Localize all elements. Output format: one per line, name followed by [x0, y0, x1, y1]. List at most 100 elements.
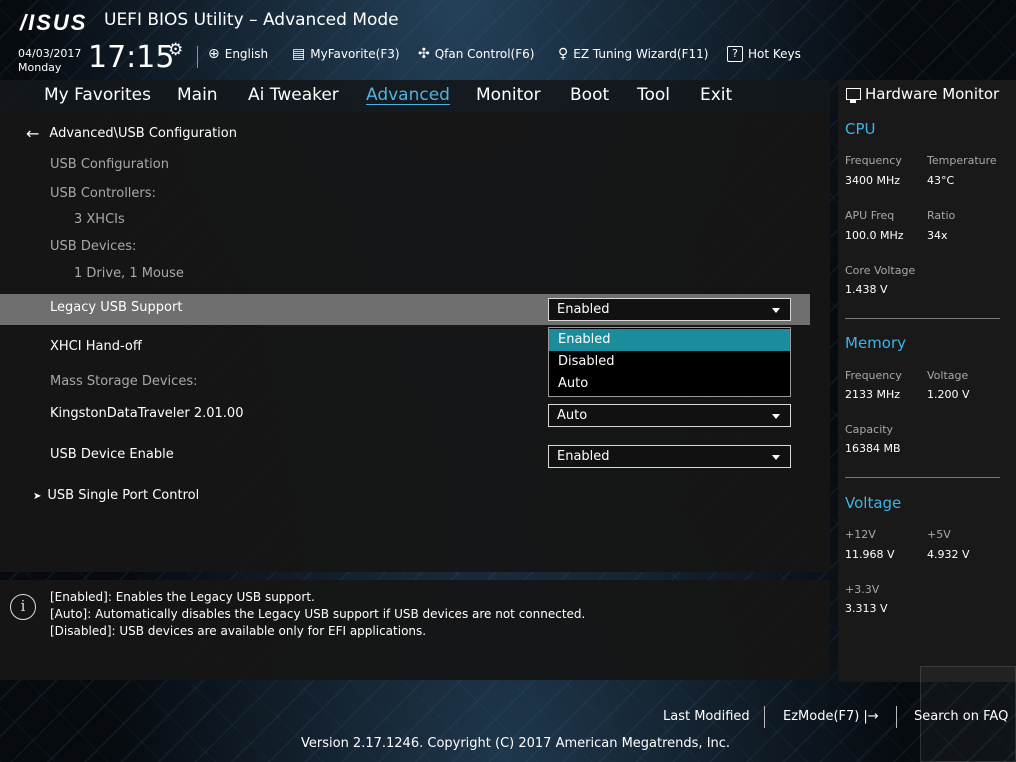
tab-monitor[interactable]: Monitor — [476, 85, 541, 105]
help-line-auto: [Auto]: Automatically disables the Legac… — [50, 607, 586, 621]
exit-arrow-icon: |→ — [863, 709, 879, 724]
tab-advanced[interactable]: Advanced — [366, 85, 450, 105]
qfan-control-button[interactable]: ✣ Qfan Control(F6) — [418, 46, 534, 62]
ezmode-label: EzMode(F7) — [783, 709, 860, 724]
lightbulb-icon: ♀ — [558, 46, 569, 62]
date-text: 04/03/2017 — [18, 47, 82, 60]
usb-devices-value: 1 Drive, 1 Mouse — [74, 266, 184, 281]
tab-exit[interactable]: Exit — [700, 85, 732, 105]
apu-freq-label: APU Freq — [845, 209, 895, 222]
tab-ai-tweaker[interactable]: Ai Tweaker — [248, 85, 339, 105]
legacy-usb-select[interactable]: Enabled — [548, 298, 791, 321]
ez-tuning-label: EZ Tuning Wizard(F11) — [573, 47, 709, 61]
memory-capacity-label: Capacity — [845, 423, 894, 436]
usb-device-enable-select[interactable]: Enabled — [548, 445, 791, 468]
memory-heading: Memory — [845, 334, 907, 352]
globe-icon: ⊕ — [208, 46, 220, 62]
day-text: Monday — [18, 61, 62, 74]
kingston-select[interactable]: Auto — [548, 404, 791, 427]
breadcrumb[interactable]: ← Advanced\USB Configuration — [26, 124, 237, 143]
divider — [845, 318, 1000, 319]
usb-controllers-value: 3 XHCIs — [74, 212, 125, 227]
usb-configuration-heading: USB Configuration — [50, 157, 169, 172]
search-faq-button[interactable]: Search on FAQ — [914, 709, 1008, 724]
usb-controllers-label: USB Controllers: — [50, 186, 156, 201]
kingston-value: Auto — [557, 408, 588, 423]
settings-panel: ← Advanced\USB Configuration USB Configu… — [0, 112, 830, 572]
cpu-frequency-label: Frequency — [845, 154, 902, 167]
top-bar: /ISUS UEFI BIOS Utility – Advanced Mode … — [0, 0, 1016, 80]
legacy-usb-label: Legacy USB Support — [50, 300, 183, 315]
v33-value: 3.313 V — [845, 602, 888, 615]
divider — [845, 477, 1000, 478]
usb-device-enable-label: USB Device Enable — [50, 447, 174, 462]
breadcrumb-text: Advanced\USB Configuration — [49, 126, 237, 141]
voltage-heading: Voltage — [845, 494, 902, 512]
kingston-label: KingstonDataTraveler 2.01.00 — [50, 406, 244, 421]
v5-label: +5V — [927, 528, 951, 541]
tab-boot[interactable]: Boot — [570, 85, 609, 105]
option-disabled[interactable]: Disabled — [549, 351, 790, 373]
myfavorite-button[interactable]: ▤ MyFavorite(F3) — [292, 46, 400, 62]
myfavorite-label: MyFavorite(F3) — [310, 47, 400, 61]
back-arrow-icon[interactable]: ← — [26, 124, 39, 143]
xhci-handoff-label[interactable]: XHCI Hand-off — [50, 339, 142, 354]
apu-freq-value: 100.0 MHz — [845, 229, 904, 242]
ez-tuning-wizard-button[interactable]: ♀ EZ Tuning Wizard(F11) — [558, 46, 708, 62]
cpu-temperature-value: 43°C — [927, 174, 955, 187]
v5-value: 4.932 V — [927, 548, 970, 561]
divider — [764, 706, 765, 728]
tab-main[interactable]: Main — [177, 85, 218, 105]
ezmode-button[interactable]: EzMode(F7) |→ — [783, 709, 879, 724]
info-icon: i — [10, 594, 36, 620]
help-line-enabled: [Enabled]: Enables the Legacy USB suppor… — [50, 590, 315, 604]
app-title: UEFI BIOS Utility – Advanced Mode — [104, 10, 399, 30]
language-button[interactable]: ⊕ English — [208, 46, 268, 62]
mass-storage-label: Mass Storage Devices: — [50, 374, 198, 389]
memory-frequency-label: Frequency — [845, 369, 902, 382]
hot-keys-button[interactable]: ? Hot Keys — [727, 46, 801, 62]
v12-value: 11.968 V — [845, 548, 895, 561]
cpu-temperature-label: Temperature — [927, 154, 997, 167]
option-enabled[interactable]: Enabled — [549, 329, 790, 351]
usb-single-port-control-link[interactable]: ➤ USB Single Port Control — [33, 488, 199, 503]
submenu-arrow-icon: ➤ — [33, 491, 42, 502]
help-line-disabled: [Disabled]: USB devices are available on… — [50, 624, 427, 638]
option-auto[interactable]: Auto — [549, 373, 790, 395]
favorite-list-icon: ▤ — [292, 46, 306, 62]
core-voltage-label: Core Voltage — [845, 264, 916, 277]
memory-voltage-value: 1.200 V — [927, 388, 970, 401]
main-nav: My Favorites Main Ai Tweaker Advanced Mo… — [0, 80, 830, 112]
copyright-text: Version 2.17.1246. Copyright (C) 2017 Am… — [301, 736, 731, 751]
dropdown-caret-icon — [772, 308, 780, 313]
v12-label: +12V — [845, 528, 876, 541]
ratio-value: 34x — [927, 229, 948, 242]
memory-frequency-value: 2133 MHz — [845, 388, 901, 401]
qfan-label: Qfan Control(F6) — [434, 47, 535, 61]
gear-icon[interactable]: ⚙ — [168, 40, 183, 60]
v33-label: +3.3V — [845, 583, 880, 596]
fan-icon: ✣ — [418, 46, 430, 62]
tab-my-favorites[interactable]: My Favorites — [44, 85, 151, 105]
date-display: 04/03/2017 Monday — [18, 47, 81, 75]
usb-single-port-label: USB Single Port Control — [47, 488, 200, 503]
help-panel: i [Enabled]: Enables the Legacy USB supp… — [0, 580, 830, 680]
legacy-usb-dropdown: Enabled Disabled Auto — [548, 327, 791, 397]
memory-capacity-value: 16384 MB — [845, 442, 901, 455]
cpu-heading: CPU — [845, 120, 876, 138]
divider — [197, 46, 198, 68]
monitor-icon — [846, 88, 861, 103]
dropdown-caret-icon — [772, 414, 780, 419]
usb-device-enable-value: Enabled — [557, 449, 610, 464]
asus-logo: /ISUS — [20, 10, 88, 35]
core-voltage-value: 1.438 V — [845, 283, 888, 296]
divider — [896, 706, 897, 728]
last-modified-button[interactable]: Last Modified — [663, 709, 750, 724]
ratio-label: Ratio — [927, 209, 956, 222]
clock[interactable]: 17:15 — [88, 40, 174, 75]
hardware-monitor-panel: Hardware Monitor CPU Frequency Temperatu… — [838, 80, 1016, 682]
hardware-monitor-title: Hardware Monitor — [846, 85, 999, 103]
footer-bar: Last Modified EzMode(F7) |→ Search on FA… — [0, 682, 1016, 762]
tab-tool[interactable]: Tool — [637, 85, 670, 105]
dropdown-caret-icon — [772, 455, 780, 460]
